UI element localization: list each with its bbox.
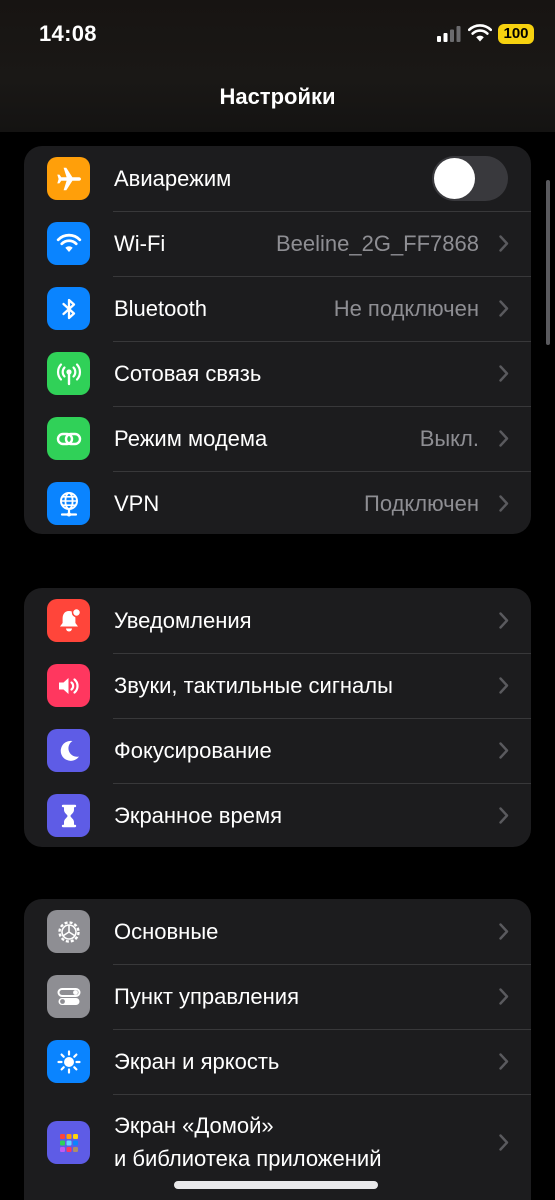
chevron-right-icon — [499, 1134, 509, 1151]
chevron-right-icon — [499, 365, 509, 382]
gear-icon — [47, 910, 90, 953]
notification-bell-icon — [47, 599, 90, 642]
row-value: Выкл. — [419, 426, 479, 451]
notifications-group: Уведомления Звуки, тактильные сигналы Фо… — [24, 588, 531, 847]
airplane-icon — [47, 157, 90, 200]
chevron-right-icon — [499, 988, 509, 1005]
wifi-status-icon — [468, 24, 492, 42]
row-label: Экран «Домой» и библиотека приложений — [114, 1109, 454, 1175]
cellular-signal-icon — [437, 26, 461, 42]
home-indicator[interactable] — [174, 1181, 378, 1189]
airplane-mode-toggle[interactable] — [432, 156, 508, 201]
row-label: Экранное время — [114, 803, 282, 828]
settings-row-wifi[interactable]: Wi-Fi Beeline_2G_FF7868 — [24, 211, 531, 276]
battery-indicator: 100 — [498, 24, 534, 44]
globe-network-icon — [47, 482, 90, 525]
settings-row-sounds[interactable]: Звуки, тактильные сигналы — [24, 653, 531, 718]
chevron-right-icon — [499, 677, 509, 694]
row-label: Сотовая связь — [114, 361, 262, 386]
sun-icon — [47, 1040, 90, 1083]
settings-row-focus[interactable]: Фокусирование — [24, 718, 531, 783]
settings-row-airplane-mode: Авиарежим — [24, 146, 531, 211]
chevron-right-icon — [499, 742, 509, 759]
general-group: Основные Пункт управления Экран и яркост… — [24, 899, 531, 1200]
row-value: Beeline_2G_FF7868 — [275, 231, 479, 256]
settings-row-hotspot[interactable]: Режим модема Выкл. — [24, 406, 531, 471]
row-label: Фокусирование — [114, 738, 272, 763]
chevron-right-icon — [499, 923, 509, 940]
settings-row-display[interactable]: Экран и яркость — [24, 1029, 531, 1094]
connectivity-group: Авиарежим Wi-Fi Beeline_2G_FF7868 Blueto… — [24, 146, 531, 534]
chevron-right-icon — [499, 1053, 509, 1070]
settings-row-cellular[interactable]: Сотовая связь — [24, 341, 531, 406]
row-label: Режим модема — [114, 426, 268, 451]
wifi-icon — [47, 222, 90, 265]
row-label: Пункт управления — [114, 984, 300, 1009]
chevron-right-icon — [499, 300, 509, 317]
settings-row-vpn[interactable]: VPN Подключен — [24, 471, 531, 534]
settings-row-control-center[interactable]: Пункт управления — [24, 964, 531, 1029]
chevron-right-icon — [499, 807, 509, 824]
chevron-right-icon — [499, 612, 509, 629]
settings-screen: 14:08 100 Настройки Авиарежим Wi-Fi Beel… — [0, 0, 555, 1200]
hourglass-icon — [47, 794, 90, 837]
row-value: Подключен — [364, 491, 479, 516]
row-label: Экран и яркость — [114, 1049, 280, 1074]
toggle-knob — [434, 158, 475, 199]
settings-row-home-screen[interactable]: Экран «Домой» и библиотека приложений — [24, 1094, 531, 1191]
row-label-line1: Экран «Домой» — [114, 1113, 274, 1138]
status-bar: 14:08 100 — [0, 0, 555, 70]
row-label: Авиарежим — [114, 166, 232, 191]
toggles-icon — [47, 975, 90, 1018]
settings-row-bluetooth[interactable]: Bluetooth Не подключен — [24, 276, 531, 341]
row-label: VPN — [114, 491, 160, 516]
chevron-right-icon — [499, 430, 509, 447]
row-label: Bluetooth — [114, 296, 207, 321]
row-label-line2: и библиотека приложений — [114, 1146, 382, 1171]
crescent-moon-icon — [47, 729, 90, 772]
bluetooth-icon — [47, 287, 90, 330]
settings-row-notifications[interactable]: Уведомления — [24, 588, 531, 653]
chevron-right-icon — [499, 235, 509, 252]
row-label: Wi-Fi — [114, 231, 166, 256]
page-title: Настройки — [219, 84, 336, 109]
row-label: Основные — [114, 919, 219, 944]
speaker-icon — [47, 664, 90, 707]
settings-row-screen-time[interactable]: Экранное время — [24, 783, 531, 847]
status-time: 14:08 — [39, 21, 97, 46]
scroll-indicator[interactable] — [546, 180, 550, 345]
row-label: Уведомления — [114, 608, 252, 633]
chevron-right-icon — [499, 495, 509, 512]
app-grid-icon — [47, 1121, 90, 1164]
settings-row-general[interactable]: Основные — [24, 899, 531, 964]
row-label: Звуки, тактильные сигналы — [114, 673, 393, 698]
cellular-antenna-icon — [47, 352, 90, 395]
chain-link-icon — [47, 417, 90, 460]
row-value: Не подключен — [333, 296, 479, 321]
